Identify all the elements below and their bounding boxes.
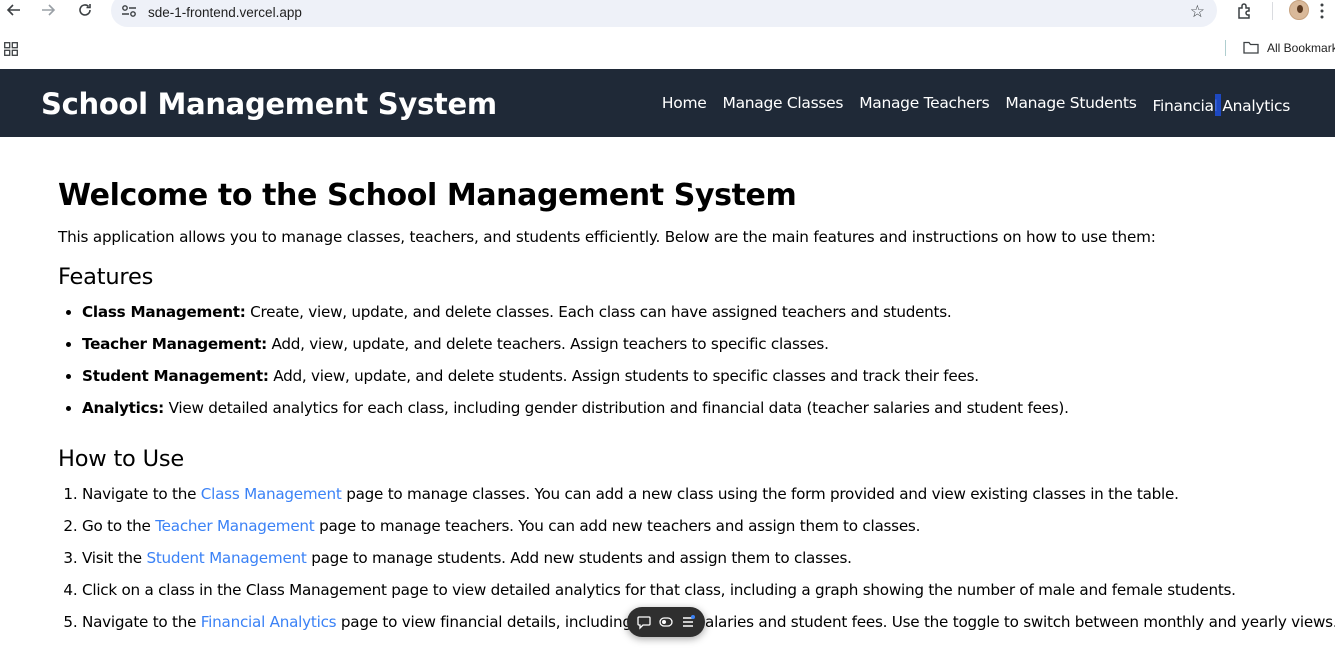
feature-text: Add, view, update, and delete students. … xyxy=(268,367,979,385)
class-management-link[interactable]: Class Management xyxy=(201,485,342,503)
features-list: Class Management: Create, view, update, … xyxy=(58,296,1298,424)
main-nav: Home Manage Classes Manage Teachers Mana… xyxy=(662,94,1290,116)
apps-grid-icon[interactable] xyxy=(4,42,18,56)
app-title: School Management System xyxy=(41,87,497,121)
extensions-puzzle-icon[interactable] xyxy=(1236,2,1254,20)
step-text: page to manage classes. You can add a ne… xyxy=(341,485,1179,503)
feature-item: Teacher Management: Add, view, update, a… xyxy=(82,328,1298,360)
browser-menu-icon[interactable] xyxy=(1320,3,1324,19)
profile-avatar[interactable] xyxy=(1289,0,1309,20)
step-text: Navigate to the xyxy=(82,485,201,503)
main-content: Welcome to the School Management System … xyxy=(58,178,1335,638)
step-text: Go to the xyxy=(82,517,156,535)
step-item: Click on a class in the Class Management… xyxy=(82,574,1298,606)
step-text: page to manage teachers. You can add new… xyxy=(314,517,921,535)
feature-name: Student Management: xyxy=(82,367,269,385)
how-to-use-heading: How to Use xyxy=(58,446,185,472)
nav-financial-label-2: Analytics xyxy=(1222,97,1290,115)
page-title: Welcome to the School Management System xyxy=(58,178,797,213)
feature-item: Class Management: Create, view, update, … xyxy=(82,296,1298,328)
step-text: page to view financial details, includin… xyxy=(336,613,1335,631)
app-header: School Management System Home Manage Cla… xyxy=(0,69,1335,137)
student-management-link[interactable]: Student Management xyxy=(146,549,306,567)
text-cursor-highlight xyxy=(1214,94,1221,116)
feature-name: Class Management: xyxy=(82,303,246,321)
bookmark-star-icon[interactable]: ☆ xyxy=(1190,2,1205,22)
bookmarks-bar: All Bookmarks xyxy=(0,34,1335,69)
comment-icon[interactable] xyxy=(636,614,652,630)
nav-manage-classes[interactable]: Manage Classes xyxy=(723,94,844,116)
nav-financial-analytics[interactable]: Financial Analytics xyxy=(1152,94,1290,116)
feature-text: View detailed analytics for each class, … xyxy=(164,399,1069,417)
feature-text: Create, view, update, and delete classes… xyxy=(245,303,952,321)
step-text: Visit the xyxy=(82,549,147,567)
forward-arrow-icon[interactable] xyxy=(38,2,58,22)
view-toggle-icon[interactable] xyxy=(658,614,674,630)
nav-manage-teachers[interactable]: Manage Teachers xyxy=(859,94,990,116)
back-arrow-icon[interactable] xyxy=(4,2,24,22)
floating-toolbar xyxy=(627,607,705,637)
step-item: Visit the Student Management page to man… xyxy=(82,542,1298,574)
step-text: Navigate to the xyxy=(82,613,201,631)
nav-manage-students[interactable]: Manage Students xyxy=(1005,94,1136,116)
financial-analytics-link[interactable]: Financial Analytics xyxy=(201,613,337,631)
folder-icon xyxy=(1243,41,1259,54)
bookmarks-separator xyxy=(1225,40,1226,56)
site-info-icon[interactable] xyxy=(121,4,137,18)
feature-item: Analytics: View detailed analytics for e… xyxy=(82,392,1298,424)
step-item: Navigate to the Class Management page to… xyxy=(82,478,1298,510)
browser-toolbar: sde-1-frontend.vercel.app ☆ xyxy=(0,0,1335,34)
feature-item: Student Management: Add, view, update, a… xyxy=(82,360,1298,392)
all-bookmarks-link[interactable]: All Bookmarks xyxy=(1267,41,1335,55)
list-menu-icon[interactable] xyxy=(680,614,696,630)
step-item: Go to the Teacher Management page to man… xyxy=(82,510,1298,542)
url-text[interactable]: sde-1-frontend.vercel.app xyxy=(148,5,302,20)
features-heading: Features xyxy=(58,264,154,290)
reload-icon[interactable] xyxy=(75,2,95,22)
feature-name: Teacher Management: xyxy=(82,335,267,353)
feature-name: Analytics: xyxy=(82,399,165,417)
nav-home[interactable]: Home xyxy=(662,94,707,116)
feature-text: Add, view, update, and delete teachers. … xyxy=(266,335,829,353)
intro-text: This application allows you to manage cl… xyxy=(58,228,1156,246)
teacher-management-link[interactable]: Teacher Management xyxy=(155,517,315,535)
step-text: page to manage students. Add new student… xyxy=(306,549,852,567)
nav-financial-label-1: Financial xyxy=(1152,97,1218,115)
step-text: Click on a class in the Class Management… xyxy=(82,581,1236,599)
address-bar[interactable]: sde-1-frontend.vercel.app ☆ xyxy=(111,0,1217,27)
toolbar-divider xyxy=(1272,2,1273,20)
